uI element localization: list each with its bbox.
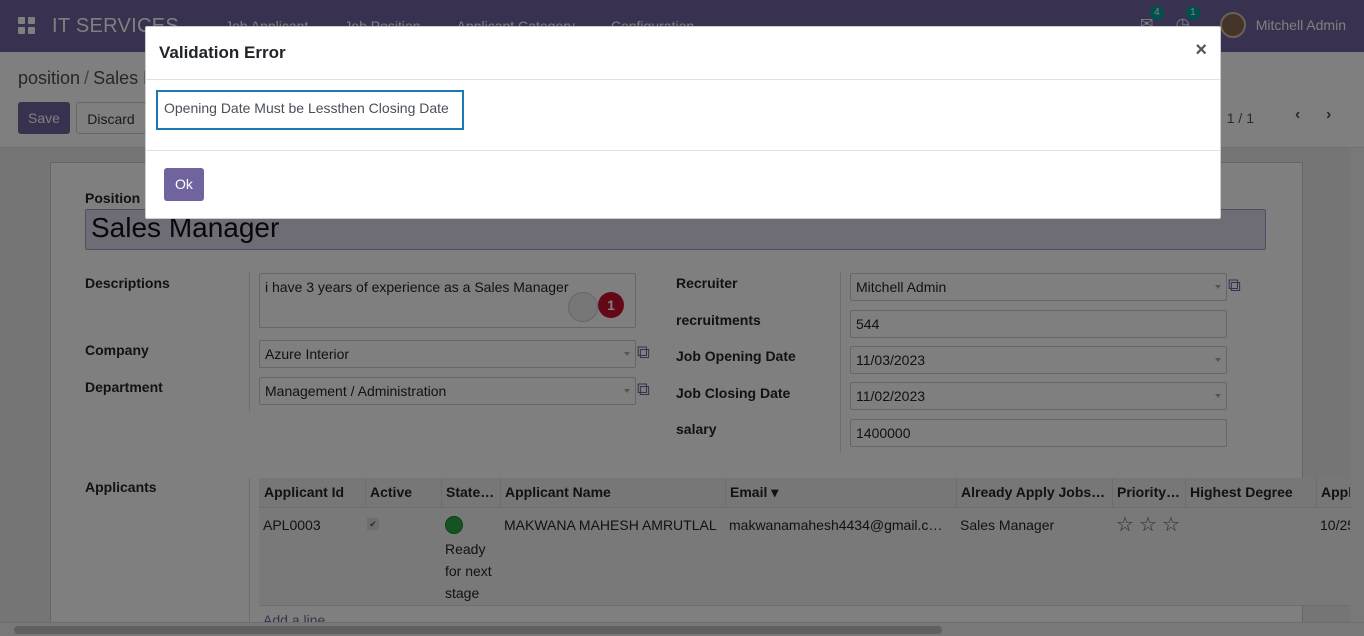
validation-error-dialog: Validation Error × Opening Date Must be … [145,26,1221,219]
close-icon[interactable]: × [1195,39,1207,62]
dialog-header: Validation Error × [146,27,1220,80]
error-message: Opening Date Must be Lessthen Closing Da… [156,90,464,130]
dialog-title: Validation Error [159,43,286,62]
dialog-body: Opening Date Must be Lessthen Closing Da… [146,80,1220,151]
ok-button[interactable]: Ok [164,168,204,201]
